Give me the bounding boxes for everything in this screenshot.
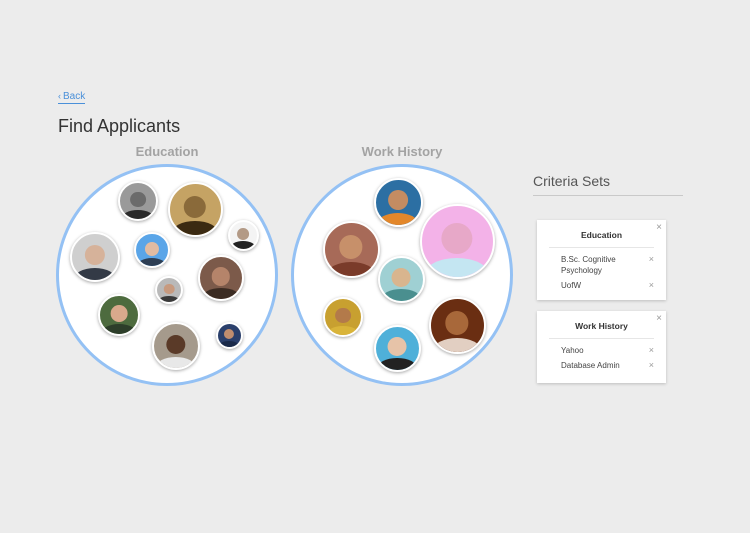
- criteria-sets-title: Criteria Sets: [533, 173, 611, 189]
- applicant-avatar[interactable]: [373, 177, 423, 227]
- criteria-item-label: Database Admin: [561, 361, 620, 370]
- applicant-avatar[interactable]: [323, 297, 363, 337]
- criteria-item: Database Admin ×: [537, 360, 666, 371]
- criteria-set-card-work-history: × Work History Yahoo × Database Admin ×: [537, 311, 666, 383]
- criteria-item: B.Sc. Cognitive Psychology ×: [537, 254, 666, 276]
- remove-icon[interactable]: ×: [649, 345, 654, 356]
- criteria-set-title: Education: [549, 230, 654, 248]
- applicant-avatar[interactable]: [70, 232, 120, 282]
- chevron-left-icon: ‹: [58, 91, 61, 101]
- remove-icon[interactable]: ×: [649, 254, 654, 265]
- applicant-avatar[interactable]: [377, 255, 425, 303]
- work-history-group-title: Work History: [361, 144, 443, 159]
- criteria-set-title: Work History: [549, 321, 654, 339]
- applicant-avatar[interactable]: [152, 322, 200, 370]
- applicant-avatar[interactable]: [134, 232, 170, 268]
- close-icon[interactable]: ×: [656, 222, 662, 233]
- criteria-item: UofW ×: [537, 280, 666, 291]
- criteria-item-label: UofW: [561, 281, 581, 290]
- applicant-avatar[interactable]: [167, 181, 223, 237]
- applicant-avatar[interactable]: [373, 324, 421, 372]
- applicant-avatar[interactable]: [198, 255, 244, 301]
- remove-icon[interactable]: ×: [649, 360, 654, 371]
- applicant-avatar[interactable]: [227, 219, 259, 251]
- applicant-avatar[interactable]: [428, 296, 486, 354]
- criteria-item-label: B.Sc. Cognitive Psychology: [561, 255, 616, 275]
- criteria-set-card-education: × Education B.Sc. Cognitive Psychology ×…: [537, 220, 666, 300]
- back-label: Back: [63, 91, 86, 102]
- remove-icon[interactable]: ×: [649, 280, 654, 291]
- applicant-avatar[interactable]: [155, 276, 183, 304]
- applicant-avatar[interactable]: [215, 321, 243, 349]
- applicant-avatar[interactable]: [419, 203, 495, 279]
- criteria-divider: [533, 195, 683, 196]
- close-icon[interactable]: ×: [656, 313, 662, 324]
- applicant-avatar[interactable]: [118, 181, 158, 221]
- page-title: Find Applicants: [58, 116, 181, 136]
- applicant-avatar[interactable]: [322, 220, 380, 278]
- criteria-item-label: Yahoo: [561, 346, 584, 355]
- applicant-avatar[interactable]: [98, 294, 140, 336]
- education-group-title: Education: [135, 144, 199, 159]
- back-link[interactable]: ‹ Back: [58, 91, 86, 104]
- criteria-item: Yahoo ×: [537, 345, 666, 356]
